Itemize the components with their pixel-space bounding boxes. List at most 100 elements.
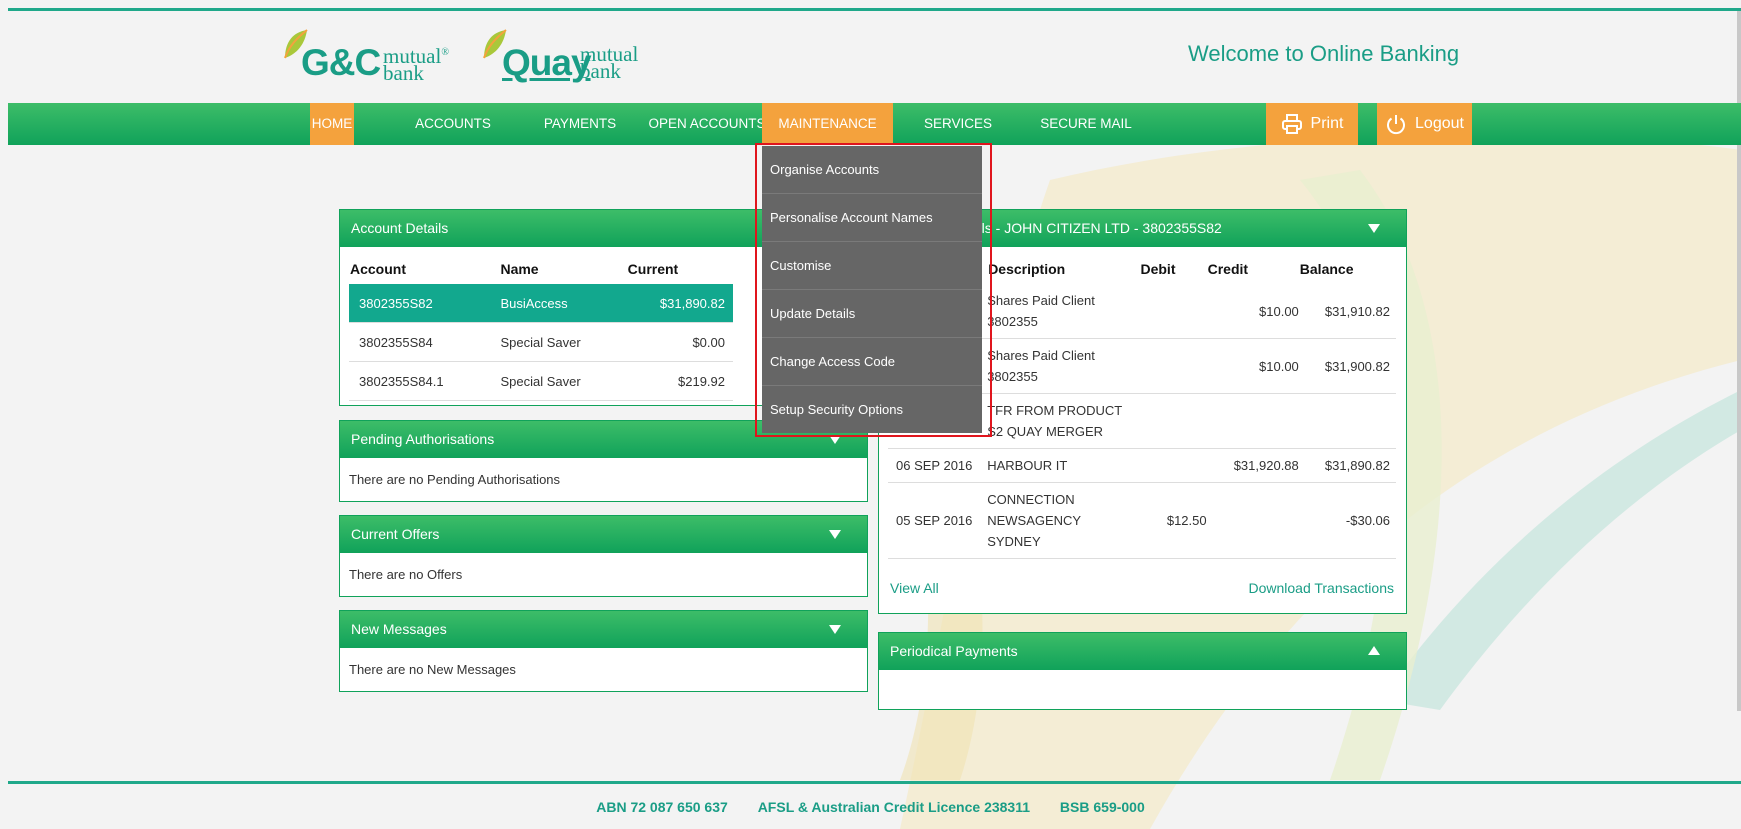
- main-navigation: HOME ACCOUNTS PAYMENTS OPEN ACCOUNTS MAI…: [8, 103, 1741, 145]
- collapse-toggle-icon[interactable]: [1368, 224, 1380, 233]
- new-messages-header[interactable]: New Messages: [340, 611, 867, 648]
- tx-desc-line: SYDNEY: [987, 534, 1041, 549]
- tx-desc-line: Shares Paid Client: [987, 293, 1095, 308]
- logo-gc-wordmark: G&C: [301, 42, 381, 83]
- table-row[interactable]: 06 SEP 2016 HARBOUR IT $31,920.88 $31,89…: [888, 448, 1396, 483]
- table-row[interactable]: 3802355S82 BusiAccess $31,890.82: [349, 284, 733, 323]
- account-details-title: Account Details: [351, 220, 449, 236]
- logout-label: Logout: [1415, 115, 1464, 132]
- nav-services[interactable]: SERVICES: [908, 103, 1008, 145]
- pending-authorisations-title: Pending Authorisations: [351, 431, 495, 447]
- col-current: Current: [627, 261, 679, 277]
- tx-credit: $10.00: [1206, 284, 1299, 339]
- tx-desc-line: S2 QUAY MERGER: [987, 424, 1104, 439]
- logo-gc-bank: bank: [383, 61, 424, 85]
- footer-bsb: BSB 659-000: [1059, 799, 1145, 815]
- nav-payments[interactable]: PAYMENTS: [530, 103, 630, 145]
- tx-debit: $12.50: [1139, 482, 1207, 559]
- footer-abn: ABN 72 087 650 637: [596, 799, 728, 815]
- top-border: [8, 8, 1741, 11]
- col-balance: Balance: [1299, 261, 1354, 277]
- logo-quay-subtitle: mutual bank: [580, 44, 638, 83]
- tx-desc-line: CONNECTION: [987, 492, 1075, 507]
- gc-mutual-bank-logo: G&C mutual® bank: [283, 28, 458, 84]
- periodical-payments-title: Periodical Payments: [890, 643, 1018, 659]
- account-name: BusiAccess: [499, 284, 627, 323]
- dropdown-highlight-box: [755, 143, 992, 437]
- current-offers-header[interactable]: Current Offers: [340, 516, 867, 553]
- account-number: 3802355S84: [349, 322, 500, 362]
- col-description: Description: [988, 261, 1066, 277]
- periodical-payments-panel: Periodical Payments: [878, 632, 1407, 710]
- current-offers-message: There are no Offers: [349, 567, 463, 582]
- account-balance: $0.00: [626, 322, 733, 362]
- current-offers-title: Current Offers: [351, 526, 440, 542]
- tx-description: CONNECTION NEWSAGENCY SYDNEY: [987, 482, 1140, 559]
- nav-home[interactable]: HOME: [310, 103, 354, 145]
- quay-mutual-bank-logo: Quay mutual bank: [482, 28, 652, 84]
- footer: ABN 72 087 650 637 AFSL & Australian Cre…: [0, 799, 1741, 815]
- tx-description: TFR FROM PRODUCT S2 QUAY MERGER: [987, 393, 1140, 449]
- collapse-toggle-icon[interactable]: [1368, 646, 1380, 655]
- periodical-payments-header[interactable]: Periodical Payments: [879, 633, 1406, 670]
- tx-balance: $31,900.82: [1298, 338, 1396, 394]
- tx-date: 06 SEP 2016: [888, 448, 988, 483]
- power-icon: [1387, 114, 1405, 134]
- nav-secure-mail[interactable]: SECURE MAIL: [1031, 103, 1141, 145]
- new-messages-panel: New Messages There are no New Messages: [339, 610, 868, 692]
- table-row[interactable]: 3802355S84.1 Special Saver $219.92: [349, 361, 733, 401]
- logo-gc-subtitle: mutual® bank: [383, 44, 449, 85]
- tx-credit: [1206, 393, 1299, 449]
- tx-credit: $10.00: [1206, 338, 1299, 394]
- footer-afsl: AFSL & Australian Credit Licence 238311: [757, 799, 1031, 815]
- download-transactions-link[interactable]: Download Transactions: [1248, 580, 1394, 596]
- tx-credit: [1206, 482, 1299, 559]
- logo-quay-wordmark: Quay: [502, 42, 592, 83]
- logo-gc-registered: ®: [441, 47, 449, 58]
- account-balance: $219.92: [626, 361, 733, 401]
- tx-debit: [1139, 284, 1207, 339]
- logo-quay-bank: bank: [580, 59, 621, 83]
- table-row[interactable]: 3802355S84 Special Saver $0.00: [349, 322, 733, 362]
- account-number: 3802355S84.1: [349, 361, 500, 401]
- nav-maintenance[interactable]: MAINTENANCE: [762, 103, 893, 145]
- print-button[interactable]: Print: [1266, 103, 1358, 145]
- print-label: Print: [1310, 115, 1344, 132]
- tx-balance: [1298, 393, 1396, 449]
- tx-desc-line: TFR FROM PRODUCT: [987, 403, 1123, 418]
- nav-open-accounts[interactable]: OPEN ACCOUNTS: [642, 103, 772, 145]
- accounts-table: Account Name Current 3802355S82 BusiAcce…: [349, 254, 733, 401]
- tx-debit: [1139, 338, 1207, 394]
- new-messages-title: New Messages: [351, 621, 447, 637]
- table-row[interactable]: 05 SEP 2016 CONNECTION NEWSAGENCY SYDNEY $…: [888, 482, 1396, 559]
- tx-desc-line: NEWSAGENCY: [987, 513, 1082, 528]
- welcome-title: Welcome to Online Banking: [1188, 41, 1460, 66]
- view-all-link[interactable]: View All: [890, 580, 939, 596]
- col-name: Name: [500, 261, 539, 277]
- tx-debit: [1139, 393, 1207, 449]
- tx-desc-line: 3802355: [987, 369, 1038, 384]
- account-balance: $31,890.82: [626, 284, 733, 323]
- collapse-toggle-icon[interactable]: [829, 625, 841, 634]
- footer-border: [8, 781, 1741, 784]
- logout-button[interactable]: Logout: [1377, 103, 1472, 145]
- tx-balance: $31,890.82: [1298, 448, 1396, 483]
- collapse-toggle-icon[interactable]: [829, 530, 841, 539]
- account-name: Special Saver: [499, 361, 627, 401]
- table-header-row: Account Name Current: [349, 254, 733, 284]
- account-number: 3802355S82: [349, 284, 500, 323]
- col-debit: Debit: [1140, 261, 1176, 277]
- tx-desc-line: 3802355: [987, 314, 1038, 329]
- tx-description: Shares Paid Client 3802355: [987, 338, 1140, 394]
- col-credit: Credit: [1207, 261, 1249, 277]
- nav-accounts[interactable]: ACCOUNTS: [403, 103, 503, 145]
- new-messages-message: There are no New Messages: [349, 662, 516, 677]
- tx-description: Shares Paid Client 3802355: [987, 284, 1140, 339]
- current-offers-panel: Current Offers There are no Offers: [339, 515, 868, 597]
- tx-balance: -$30.06: [1298, 482, 1396, 559]
- tx-date: 05 SEP 2016: [888, 482, 988, 559]
- printer-icon: [1281, 113, 1302, 134]
- tx-credit: $31,920.88: [1206, 448, 1299, 483]
- page: G&C mutual® bank Quay mutual bank Welcome …: [0, 0, 1741, 829]
- tx-desc-line: Shares Paid Client: [987, 348, 1095, 363]
